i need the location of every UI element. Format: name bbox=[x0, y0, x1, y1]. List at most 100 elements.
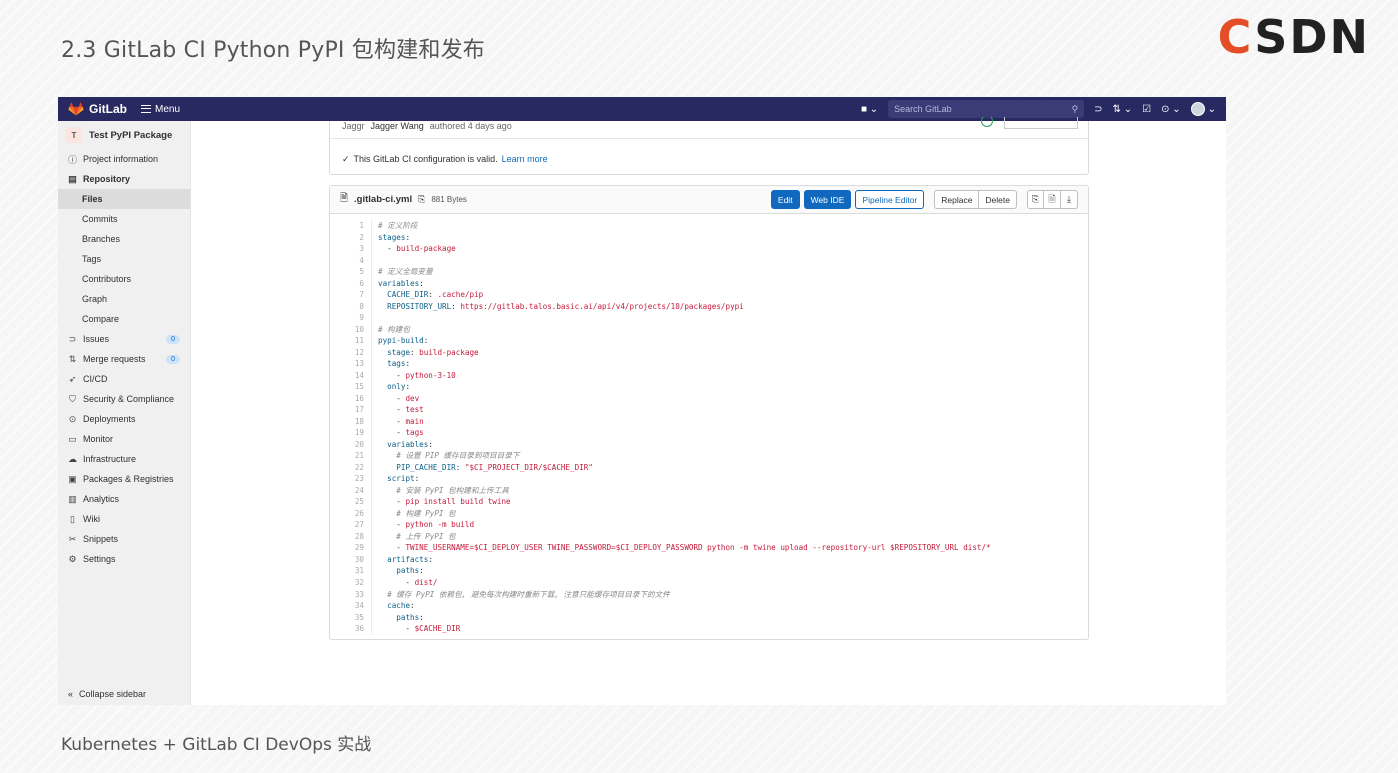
slide-footer: Kubernetes + GitLab CI DevOps 实战 bbox=[61, 735, 372, 755]
sidebar-item-repository[interactable]: ▤ Repository bbox=[58, 169, 190, 189]
sidebar-item-snippets[interactable]: ✂ Snippets bbox=[58, 529, 190, 549]
user-menu[interactable]: ⌄ bbox=[1190, 102, 1216, 116]
line-number[interactable]: 28 bbox=[330, 531, 364, 543]
pipeline-editor-button[interactable]: Pipeline Editor bbox=[855, 190, 925, 209]
line-number[interactable]: 19 bbox=[330, 427, 364, 439]
line-number[interactable]: 4 bbox=[330, 255, 364, 267]
issues-icon[interactable]: ⊃ bbox=[1094, 104, 1102, 115]
commit-sha-button[interactable] bbox=[1004, 117, 1078, 129]
sidebar-item-files[interactable]: Files bbox=[58, 189, 190, 209]
sidebar-item-wiki[interactable]: ▯ Wiki bbox=[58, 509, 190, 529]
plus-icon[interactable]: ■ ⌄ bbox=[861, 104, 878, 115]
valid-text: This GitLab CI configuration is valid. bbox=[353, 154, 498, 164]
sidebar-item-issues[interactable]: ⊃ Issues 0 bbox=[58, 329, 190, 349]
line-number[interactable]: 23 bbox=[330, 473, 364, 485]
line-number[interactable]: 18 bbox=[330, 416, 364, 428]
line-number[interactable]: 26 bbox=[330, 508, 364, 520]
copy-path-icon[interactable]: ⎘ bbox=[418, 194, 425, 205]
help-icon[interactable]: ⊙ ⌄ bbox=[1161, 104, 1181, 115]
sidebar-item-infrastructure[interactable]: ☁ Infrastructure bbox=[58, 449, 190, 469]
line-number[interactable]: 30 bbox=[330, 554, 364, 566]
line-number[interactable]: 5 bbox=[330, 266, 364, 278]
sidebar-item-label: Packages & Registries bbox=[83, 474, 174, 484]
line-number[interactable]: 32 bbox=[330, 577, 364, 589]
sidebar-item-security-compliance[interactable]: ⛉ Security & Compliance bbox=[58, 389, 190, 409]
line-number[interactable]: 12 bbox=[330, 347, 364, 359]
line-number[interactable]: 21 bbox=[330, 450, 364, 462]
sidebar-item-commits[interactable]: Commits bbox=[58, 209, 190, 229]
line-number[interactable]: 10 bbox=[330, 324, 364, 336]
line-number[interactable]: 29 bbox=[330, 542, 364, 554]
download-icon[interactable]: ⤓ bbox=[1061, 190, 1078, 209]
pipeline-status-icon[interactable] bbox=[981, 115, 993, 127]
code-line: pypi-build: bbox=[378, 336, 429, 346]
merge-request-icon[interactable]: ⇅ ⌄ bbox=[1113, 104, 1133, 115]
menu-button[interactable]: Menu bbox=[141, 104, 180, 115]
delete-button[interactable]: Delete bbox=[979, 190, 1017, 209]
line-number[interactable]: 16 bbox=[330, 393, 364, 405]
search-placeholder: Search GitLab bbox=[894, 104, 952, 114]
line-number[interactable]: 17 bbox=[330, 404, 364, 416]
sidebar-item-analytics[interactable]: ▥ Analytics bbox=[58, 489, 190, 509]
line-number[interactable]: 7 bbox=[330, 289, 364, 301]
edit-button[interactable]: Edit bbox=[770, 190, 800, 209]
line-number[interactable]: 35 bbox=[330, 612, 364, 624]
sidebar-item-graph[interactable]: Graph bbox=[58, 289, 190, 309]
file-header: 🗎 .gitlab-ci.yml ⎘ 881 Bytes Edit Web ID… bbox=[330, 186, 1088, 214]
sidebar: T Test PyPI Package ⓘ Project information… bbox=[58, 121, 191, 705]
line-numbers: 1 2 3 4 5 6 7 8 9 10 11 12 13 14 15 16 17 18 19 20 21 22 23 24 2… bbox=[330, 220, 372, 635]
gitlab-logo[interactable]: GitLab bbox=[68, 102, 127, 116]
code-line: - python -m build bbox=[378, 520, 475, 530]
double-chevron-left-icon: « bbox=[68, 689, 74, 699]
collapse-sidebar-button[interactable]: « Collapse sidebar bbox=[68, 689, 146, 699]
line-number[interactable]: 22 bbox=[330, 462, 364, 474]
line-number[interactable]: 14 bbox=[330, 370, 364, 382]
sidebar-item-contributors[interactable]: Contributors bbox=[58, 269, 190, 289]
line-number[interactable]: 34 bbox=[330, 600, 364, 612]
line-number[interactable]: 15 bbox=[330, 381, 364, 393]
sidebar-item-compare[interactable]: Compare bbox=[58, 309, 190, 329]
line-number[interactable]: 25 bbox=[330, 496, 364, 508]
line-number[interactable]: 11 bbox=[330, 335, 364, 347]
code-line: - pip install build twine bbox=[378, 497, 511, 507]
copy-contents-icon[interactable]: ⎘ bbox=[1027, 190, 1044, 209]
line-number[interactable]: 1 bbox=[330, 220, 364, 232]
raw-file-icon[interactable]: 🗎 bbox=[1044, 190, 1061, 209]
sidebar-item-tags[interactable]: Tags bbox=[58, 249, 190, 269]
line-number[interactable]: 36 bbox=[330, 623, 364, 635]
sidebar-item-merge-requests[interactable]: ⇅ Merge requests 0 bbox=[58, 349, 190, 369]
sidebar-item-label: Snippets bbox=[83, 534, 119, 544]
sidebar-item-monitor[interactable]: ▭ Monitor bbox=[58, 429, 190, 449]
author-name[interactable]: Jagger Wang bbox=[371, 121, 424, 131]
code-line: script: bbox=[387, 474, 420, 484]
line-number[interactable]: 31 bbox=[330, 565, 364, 577]
line-number[interactable]: 13 bbox=[330, 358, 364, 370]
line-number[interactable]: 9 bbox=[330, 312, 364, 324]
sidebar-item-label: Security & Compliance bbox=[83, 394, 175, 404]
code-viewer: 1 2 3 4 5 6 7 8 9 10 11 12 13 14 15 16 17 18 19 20 21 22 23 24 2… bbox=[330, 214, 1088, 639]
sidebar-item-project-information[interactable]: ⓘ Project information bbox=[58, 149, 190, 169]
todo-icon[interactable]: ☑ bbox=[1142, 104, 1151, 115]
line-number[interactable]: 2 bbox=[330, 232, 364, 244]
line-number[interactable]: 6 bbox=[330, 278, 364, 290]
sidebar-item-branches[interactable]: Branches bbox=[58, 229, 190, 249]
line-number[interactable]: 27 bbox=[330, 519, 364, 531]
web-ide-button[interactable]: Web IDE bbox=[803, 190, 852, 209]
line-number[interactable]: 8 bbox=[330, 301, 364, 313]
sidebar-item-ci-cd[interactable]: ➶ CI/CD bbox=[58, 369, 190, 389]
sidebar-item-packages-registries[interactable]: ▣ Packages & Registries bbox=[58, 469, 190, 489]
sidebar-item-deployments[interactable]: ⊙ Deployments bbox=[58, 409, 190, 429]
learn-more-link[interactable]: Learn more bbox=[502, 154, 548, 165]
line-number[interactable]: 20 bbox=[330, 439, 364, 451]
gitlab-fox-icon bbox=[68, 102, 84, 116]
line-number[interactable]: 33 bbox=[330, 589, 364, 601]
code-line: tags: bbox=[387, 359, 411, 369]
line-number[interactable]: 24 bbox=[330, 485, 364, 497]
code-line: - TWINE_USERNAME=$CI_DEPLOY_USER TWINE_P… bbox=[378, 543, 991, 553]
project-header[interactable]: T Test PyPI Package bbox=[58, 121, 190, 149]
code-line: # 安装 PyPI 包构建和上传工具 bbox=[396, 485, 509, 495]
sidebar-item-settings[interactable]: ⚙ Settings bbox=[58, 549, 190, 569]
line-number[interactable]: 3 bbox=[330, 243, 364, 255]
replace-button[interactable]: Replace bbox=[934, 190, 980, 209]
